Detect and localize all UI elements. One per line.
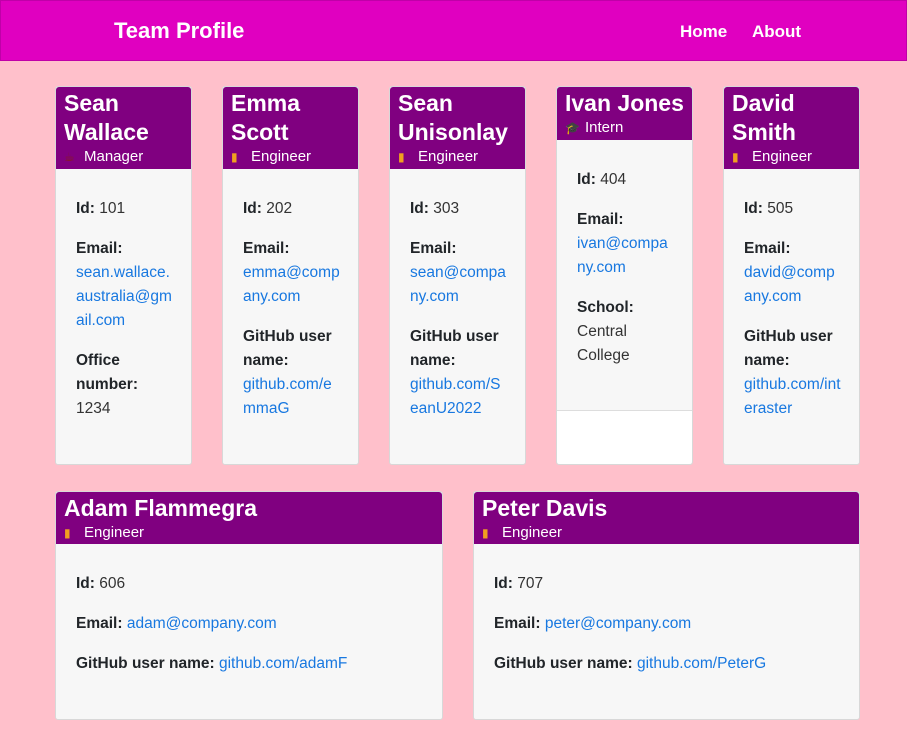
employee-role: ▮ Engineer xyxy=(231,148,312,165)
id-field: Id: 505 xyxy=(744,200,794,217)
github-field: GitHub user name: github.com/interaster xyxy=(744,325,841,421)
card-body: Id: 303 Email: sean@company.com GitHub us… xyxy=(390,169,525,421)
employee-role: ▮ Engineer xyxy=(482,524,563,541)
employee-name: Peter Davis xyxy=(482,495,608,521)
employee-card-engineer: David Smith ▮ Engineer Id: 505 Email: dav… xyxy=(723,86,860,465)
employee-card-engineer: Sean Unisonlay ▮ Engineer Id: 303 Email:… xyxy=(389,86,526,465)
email-field: Email: peter@company.com xyxy=(494,615,692,632)
github-field: GitHub user name: github.com/PeterG xyxy=(494,655,767,672)
email-field: Email: adam@company.com xyxy=(76,615,277,632)
card-header: David Smith ▮ Engineer xyxy=(724,87,859,169)
card-body: Id: 707 Email: peter@company.com GitHub … xyxy=(474,544,859,676)
email-link[interactable]: sean.wallace.australia@gmail.com xyxy=(76,261,173,333)
card-body: Id: 404 Email: ivan@company.com School: Ce… xyxy=(557,140,692,368)
card-footer xyxy=(557,410,692,464)
github-link[interactable]: github.com/adamF xyxy=(219,655,347,672)
email-field: Email: david@company.com xyxy=(744,237,841,309)
id-field: Id: 707 xyxy=(494,575,544,592)
card-header: Adam Flammegra ▮ Engineer xyxy=(56,492,442,544)
id-field: Id: 202 xyxy=(243,200,293,217)
id-field: Id: 606 xyxy=(76,575,126,592)
card-body: Id: 202 Email: emma@company.com GitHub us… xyxy=(223,169,358,421)
coffee-mug-icon: ☕ xyxy=(64,150,75,164)
app-title: Team Profile xyxy=(114,18,245,43)
card-body: Id: 101 Email: sean.wallace.australia@gma… xyxy=(56,169,191,421)
email-link[interactable]: david@company.com xyxy=(744,261,841,309)
employee-role: ▮ Engineer xyxy=(732,148,813,165)
email-link[interactable]: sean@company.com xyxy=(410,261,507,309)
employee-card-manager: Sean Wallace ☕ Manager Id: 101 Email: sea… xyxy=(55,86,192,465)
email-field: Email: sean.wallace.australia@gmail.com xyxy=(76,237,173,333)
book-icon: ▮ xyxy=(231,150,238,164)
school-field: School: Central College xyxy=(577,299,634,364)
nav-home-link[interactable]: Home xyxy=(680,22,727,42)
employee-name: Ivan Jones xyxy=(565,90,684,116)
id-field: Id: 101 xyxy=(76,200,126,217)
email-link[interactable]: adam@company.com xyxy=(127,615,277,632)
office-field: Office number: 1234 xyxy=(76,352,138,417)
email-field: Email: sean@company.com xyxy=(410,237,507,309)
card-header: Peter Davis ▮ Engineer xyxy=(474,492,859,544)
email-link[interactable]: ivan@company.com xyxy=(577,232,674,280)
email-link[interactable]: peter@company.com xyxy=(545,615,691,632)
github-link[interactable]: github.com/interaster xyxy=(744,373,841,421)
navbar: Team Profile Home About xyxy=(0,0,907,61)
employee-card-engineer: Adam Flammegra ▮ Engineer Id: 606 Email:… xyxy=(55,491,443,720)
card-header: Sean Wallace ☕ Manager xyxy=(56,87,191,169)
employee-name: David Smith xyxy=(732,90,796,145)
employee-role: ▮ Engineer xyxy=(398,148,479,165)
employee-card-intern: Ivan Jones 🎓 Intern Id: 404 Email: ivan@c… xyxy=(556,86,693,465)
github-field: GitHub user name: github.com/adamF xyxy=(76,655,348,672)
github-link[interactable]: github.com/PeterG xyxy=(637,655,766,672)
employee-card-engineer: Peter Davis ▮ Engineer Id: 707 Email: pe… xyxy=(473,491,860,720)
book-icon: ▮ xyxy=(64,526,71,540)
github-link[interactable]: github.com/SeanU2022 xyxy=(410,373,507,421)
email-link[interactable]: emma@company.com xyxy=(243,261,340,309)
id-field: Id: 303 xyxy=(410,200,460,217)
employee-name: Adam Flammegra xyxy=(64,495,258,521)
card-header: Sean Unisonlay ▮ Engineer xyxy=(390,87,525,169)
employee-role: 🎓 Intern xyxy=(565,119,624,136)
email-field: Email: ivan@company.com xyxy=(577,208,674,280)
nav-about-link[interactable]: About xyxy=(752,22,801,42)
card-header: Emma Scott ▮ Engineer xyxy=(223,87,358,169)
employee-role: ☕ Manager xyxy=(64,148,144,165)
book-icon: ▮ xyxy=(732,150,739,164)
card-body: Id: 505 Email: david@company.com GitHub u… xyxy=(724,169,859,421)
card-header: Ivan Jones 🎓 Intern xyxy=(557,87,692,140)
email-field: Email: emma@company.com xyxy=(243,237,340,309)
id-field: Id: 404 xyxy=(577,171,627,188)
github-field: GitHub user name: github.com/emmaG xyxy=(243,325,340,421)
book-icon: ▮ xyxy=(482,526,489,540)
graduation-cap-icon: 🎓 xyxy=(565,121,580,135)
employee-name: Sean Wallace xyxy=(64,90,149,145)
employee-card-engineer: Emma Scott ▮ Engineer Id: 202 Email: emma… xyxy=(222,86,359,465)
github-field: GitHub user name: github.com/SeanU2022 xyxy=(410,325,507,421)
card-body: Id: 606 Email: adam@company.com GitHub u… xyxy=(56,544,442,676)
employee-name: Sean Unisonlay xyxy=(398,90,508,145)
employee-role: ▮ Engineer xyxy=(64,524,145,541)
book-icon: ▮ xyxy=(398,150,405,164)
employee-name: Emma Scott xyxy=(231,90,301,145)
github-link[interactable]: github.com/emmaG xyxy=(243,373,340,421)
